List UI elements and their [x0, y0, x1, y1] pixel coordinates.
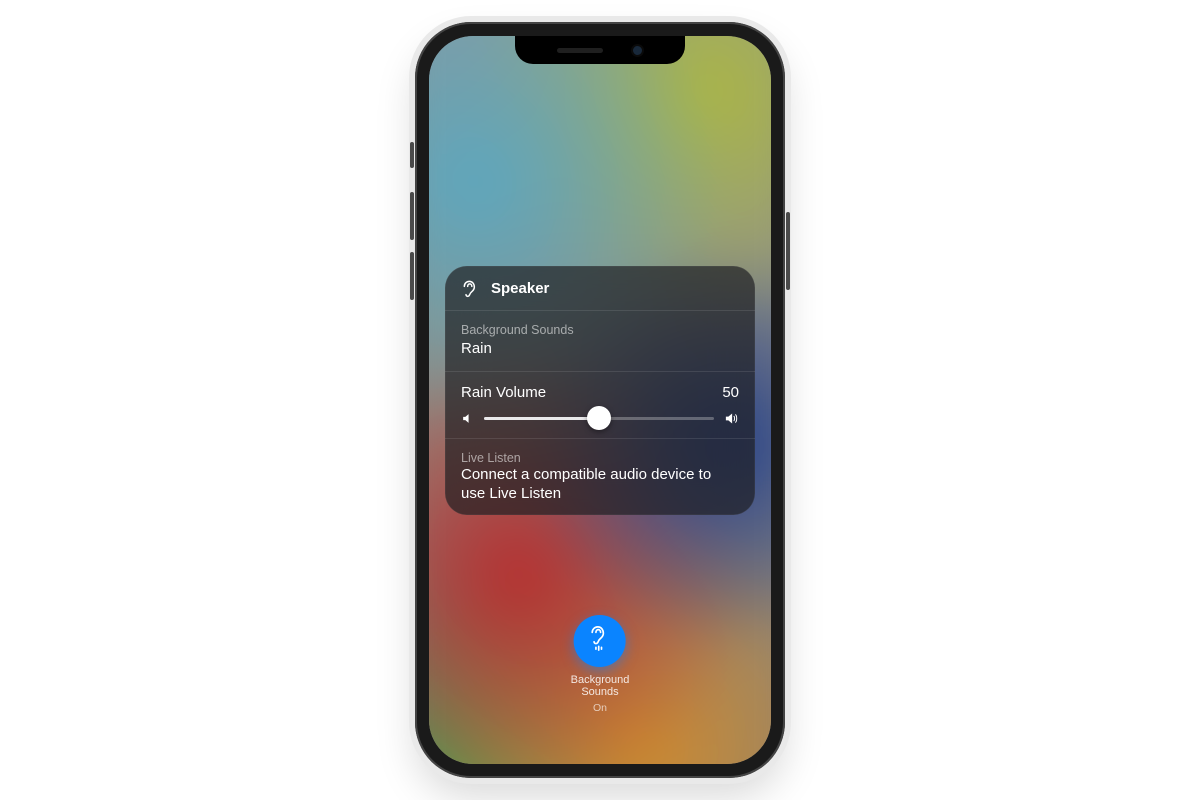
mute-switch[interactable] — [410, 142, 414, 168]
output-device-label: Speaker — [491, 280, 549, 297]
volume-slider[interactable] — [461, 411, 739, 426]
phone-frame: Speaker Background Sounds Rain Rain Volu… — [415, 22, 785, 778]
ear-icon — [461, 278, 481, 298]
power-button[interactable] — [786, 212, 790, 290]
front-camera — [631, 44, 644, 57]
background-sounds-label: Background Sounds — [461, 323, 739, 338]
speaker-high-icon — [724, 411, 739, 426]
volume-slider-thumb[interactable] — [587, 406, 611, 430]
hearing-card: Speaker Background Sounds Rain Rain Volu… — [445, 266, 755, 515]
live-listen-label: Live Listen — [461, 451, 739, 466]
background-sounds-toggle[interactable]: Background Sounds On — [571, 615, 630, 714]
phone-screen: Speaker Background Sounds Rain Rain Volu… — [429, 36, 771, 764]
output-device-row[interactable]: Speaker — [445, 266, 755, 310]
background-sounds-value: Rain — [461, 340, 739, 359]
notch — [515, 36, 685, 64]
stage: Speaker Background Sounds Rain Rain Volu… — [0, 0, 1200, 800]
volume-slider-fill — [484, 417, 599, 420]
speaker-low-icon — [461, 412, 474, 425]
background-sounds-toggle-state: On — [593, 702, 607, 714]
ear-wave-icon — [587, 625, 613, 656]
background-sounds-toggle-circle[interactable] — [574, 615, 626, 667]
live-listen-row[interactable]: Live Listen Connect a compatible audio d… — [445, 439, 755, 516]
earpiece-grille — [557, 48, 603, 53]
live-listen-message: Connect a compatible audio device to use… — [461, 466, 739, 504]
background-sounds-row[interactable]: Background Sounds Rain — [445, 311, 755, 371]
volume-label: Rain Volume — [461, 384, 546, 401]
volume-down-button[interactable] — [410, 252, 414, 300]
background-sounds-toggle-label: Background Sounds — [571, 674, 630, 699]
volume-value: 50 — [722, 384, 739, 401]
volume-slider-track[interactable] — [484, 417, 714, 420]
volume-row: Rain Volume 50 — [445, 372, 755, 438]
volume-up-button[interactable] — [410, 192, 414, 240]
